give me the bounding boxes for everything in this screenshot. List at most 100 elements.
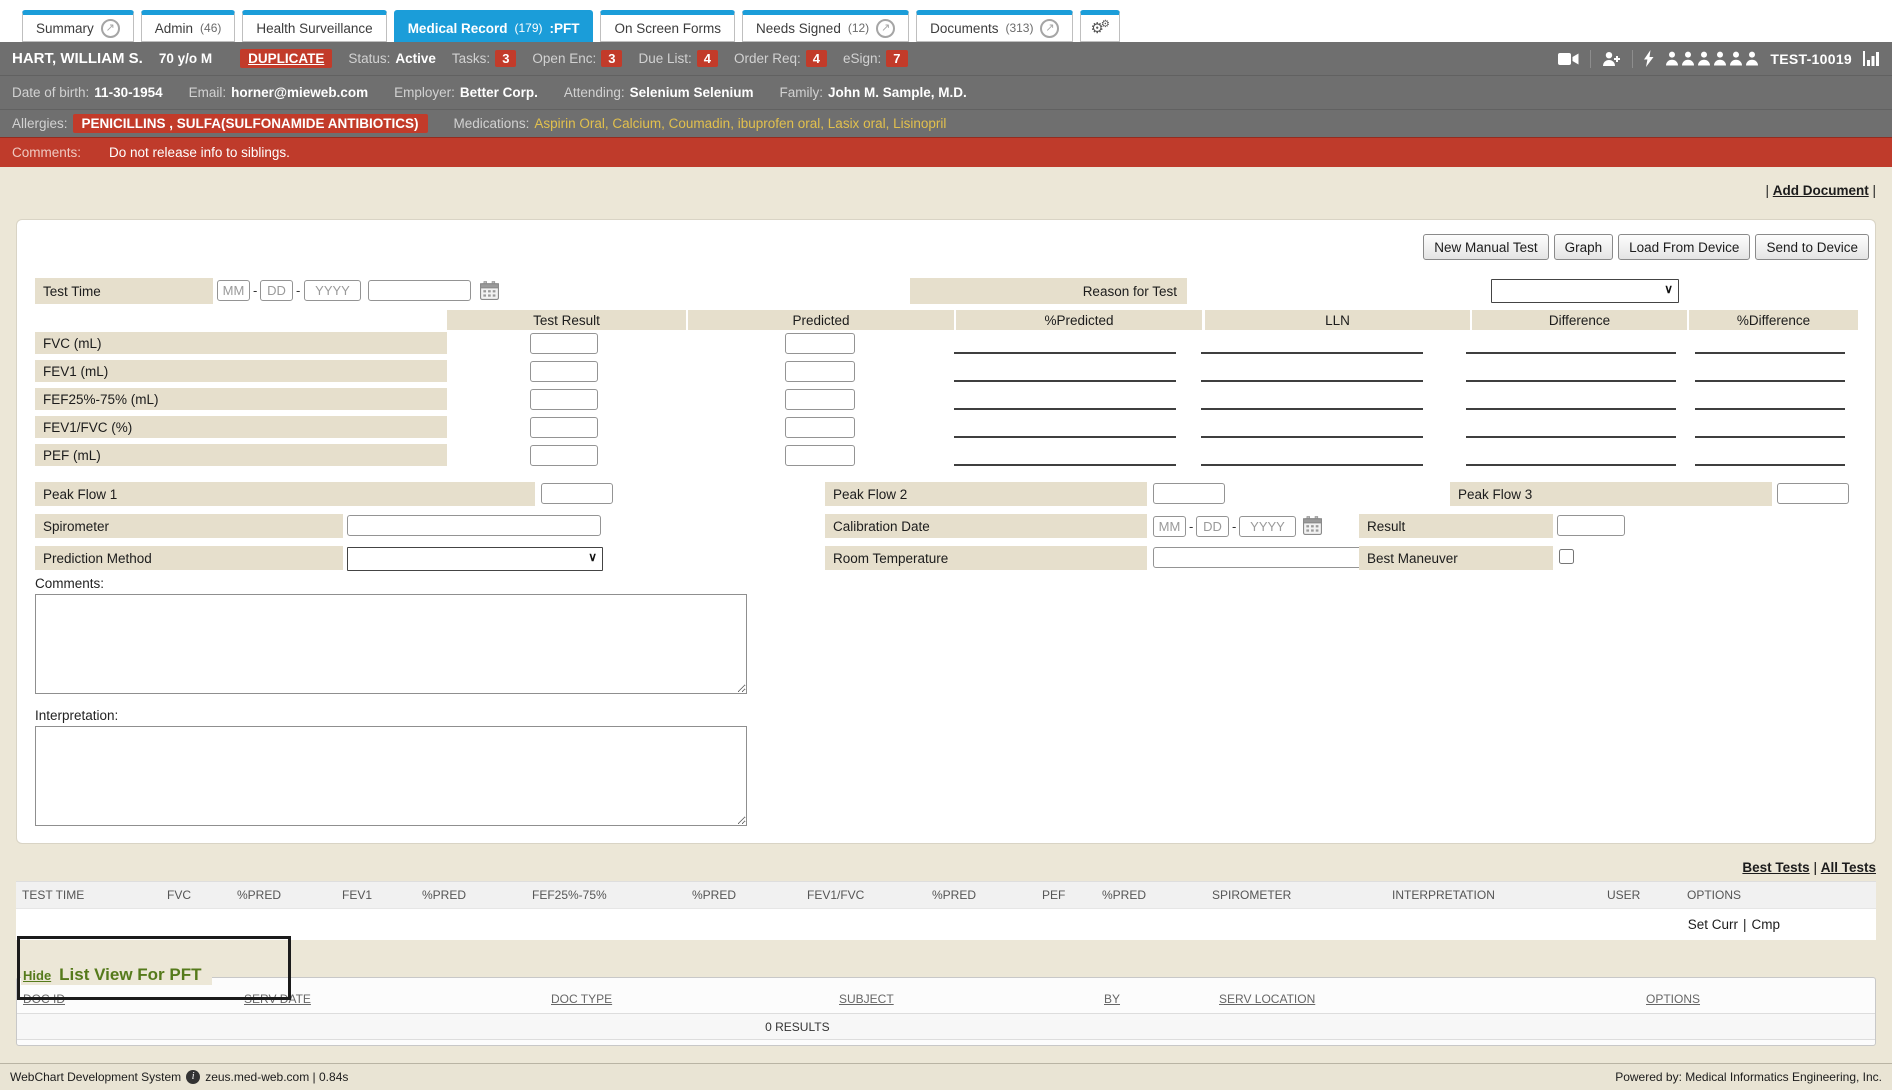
fev1-difference-line [1466,380,1676,382]
duplicate-badge[interactable]: DUPLICATE [240,49,332,68]
peak-flow-1-input[interactable] [541,483,613,504]
patient-group-icons[interactable] [1665,51,1759,66]
test-time-day-input[interactable] [260,280,293,301]
fvc-predicted-input[interactable] [785,333,855,354]
tab-admin[interactable]: Admin (46) [141,10,236,42]
popout-icon[interactable]: ↗ [101,19,120,38]
fvc-test-result-input[interactable] [530,333,598,354]
best-maneuver-label: Best Maneuver [1359,546,1553,570]
tab-settings[interactable]: ⚙⚙ [1080,10,1119,42]
col-pct-pred-3: %PRED [692,888,807,902]
pef-lln-line [1201,464,1423,466]
medication-link[interactable]: Aspirin Oral [534,116,612,131]
tab-documents[interactable]: Documents (313) ↗ [916,10,1073,42]
esign-field: eSign: 7 [843,50,908,67]
doc-col-doc-type[interactable]: DOC TYPE [551,992,612,1006]
open-enc-count-badge[interactable]: 3 [601,50,622,67]
tab-summary[interactable]: Summary ↗ [22,10,134,42]
tab-bar: Summary ↗ Admin (46) Health Surveillance… [0,0,1892,42]
fev1-test-result-input[interactable] [530,361,598,382]
doc-col-doc-id[interactable]: DOC ID [23,992,65,1006]
comments-text: Do not release info to siblings. [109,145,290,160]
best-maneuver-checkbox[interactable] [1559,549,1574,564]
test-time-year-input[interactable] [304,280,361,301]
app-name: WebChart Development System [10,1070,181,1084]
tab-label: Summary [36,21,94,36]
tasks-count-badge[interactable]: 3 [495,50,516,67]
medication-link[interactable]: Lasix oral [828,116,893,131]
popout-icon[interactable]: ↗ [876,19,895,38]
doc-col-by[interactable]: BY [1104,992,1120,1006]
column-header-pct-difference: %Difference [1689,310,1858,330]
set-curr-link[interactable]: Set Curr [1688,917,1738,932]
gear-icon: ⚙⚙ [1090,19,1109,37]
medication-link[interactable]: Calcium [612,116,668,131]
pft-entry-panel: New Manual Test Graph Load From Device S… [16,219,1876,844]
family-field: Family: John M. Sample, M.D. [779,85,966,100]
date-separator [1189,519,1193,534]
allergies-badge[interactable]: PENICILLINS , SULFA(SULFONAMIDE ANTIBIOT… [73,114,428,133]
graph-button[interactable]: Graph [1554,234,1614,260]
fev1-predicted-input[interactable] [785,361,855,382]
cmp-link[interactable]: Cmp [1751,917,1780,932]
add-person-icon[interactable] [1602,51,1621,67]
order-req-count-badge[interactable]: 4 [806,50,827,67]
send-to-device-button[interactable]: Send to Device [1755,234,1869,260]
calibration-calendar-icon[interactable] [1303,516,1322,535]
new-manual-test-button[interactable]: New Manual Test [1423,234,1548,260]
tab-health-surveillance[interactable]: Health Surveillance [242,10,386,42]
medication-link[interactable]: Lisinopril [893,116,946,131]
medication-link[interactable]: ibuprofen oral [738,116,828,131]
best-tests-link[interactable]: Best Tests [1742,860,1809,875]
peak-flow-2-input[interactable] [1153,483,1225,504]
calibration-day-input[interactable] [1196,516,1229,537]
pef-test-result-input[interactable] [530,445,598,466]
patient-name: HART, WILLIAM S. [12,50,143,67]
test-time-calendar-icon[interactable] [480,281,499,300]
video-camera-icon[interactable] [1558,52,1579,66]
tab-medical-record[interactable]: Medical Record (179):PFT [394,10,594,42]
pef-predicted-input[interactable] [785,445,855,466]
tab-on-screen-forms[interactable]: On Screen Forms [600,10,735,42]
interpretation-textarea[interactable] [35,726,747,826]
due-list-count-badge[interactable]: 4 [697,50,718,67]
lightning-icon[interactable] [1644,50,1654,67]
doc-col-options[interactable]: OPTIONS [1646,992,1700,1006]
prediction-method-select[interactable] [347,547,603,571]
hide-list-link[interactable]: Hide [23,968,51,983]
calibration-month-input[interactable] [1153,516,1186,537]
doc-col-serv-location[interactable]: SERV LOCATION [1219,992,1315,1006]
fef-lln-line [1201,408,1423,410]
test-time-month-input[interactable] [217,280,250,301]
col-pef: PEF [1042,888,1102,902]
esign-count-badge[interactable]: 7 [886,50,907,67]
col-pct-pred-1: %PRED [237,888,342,902]
form-comments-textarea[interactable] [35,594,747,694]
email-field: Email: horner@mieweb.com [189,85,368,100]
popout-icon[interactable]: ↗ [1040,19,1059,38]
result-input[interactable] [1557,515,1625,536]
all-tests-link[interactable]: All Tests [1821,860,1876,875]
reason-for-test-select[interactable] [1491,279,1679,303]
doc-col-serv-date[interactable]: SERV DATE [244,992,311,1006]
results-count: 0 RESULTS [17,1020,1578,1034]
load-from-device-button[interactable]: Load From Device [1618,234,1750,260]
fef-predicted-input[interactable] [785,389,855,410]
fev1-fvc-predicted-input[interactable] [785,417,855,438]
status-field: Status: Active [348,51,436,66]
fef-test-result-input[interactable] [530,389,598,410]
medication-link[interactable]: Coumadin [669,116,738,131]
fev1-fvc-test-result-input[interactable] [530,417,598,438]
test-time-time-input[interactable] [368,280,471,301]
add-document-link[interactable]: Add Document [1773,183,1869,198]
info-icon[interactable]: i [186,1070,200,1084]
spirometer-input[interactable] [347,515,601,536]
test-time-label: Test Time [35,278,213,304]
calibration-year-input[interactable] [1239,516,1296,537]
peak-flow-3-input[interactable] [1777,483,1849,504]
column-header-predicted: Predicted [688,310,954,330]
tab-needs-signed[interactable]: Needs Signed (12) ↗ [742,10,909,42]
open-enc-field: Open Enc: 3 [532,50,622,67]
doc-col-subject[interactable]: SUBJECT [839,992,894,1006]
bar-chart-icon[interactable] [1863,51,1880,66]
